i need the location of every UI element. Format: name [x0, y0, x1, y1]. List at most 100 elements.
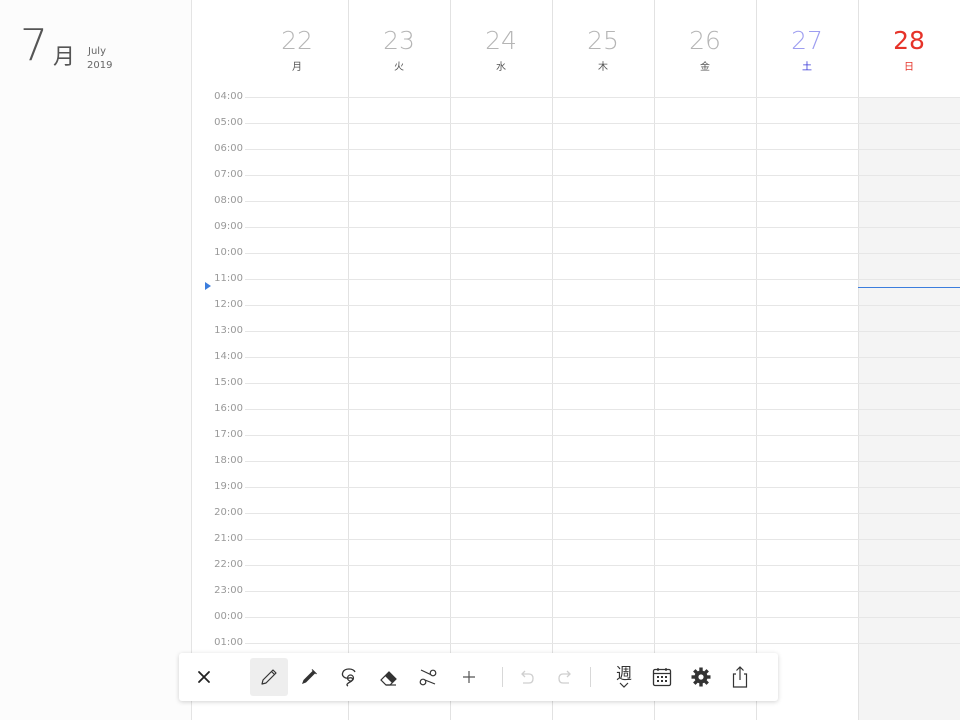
- weekday-label: 月: [292, 62, 302, 73]
- month-kanji: 月: [53, 45, 76, 70]
- add-button[interactable]: [450, 658, 488, 696]
- hour-gridline: [245, 175, 960, 176]
- hour-label: 01:00: [214, 637, 243, 648]
- hour-label: 07:00: [214, 169, 243, 180]
- redo-button[interactable]: [546, 658, 584, 696]
- year-label: 2019: [87, 60, 113, 71]
- hour-label: 09:00: [214, 221, 243, 232]
- view-label: 週: [615, 664, 632, 683]
- view-switch-button[interactable]: 週: [605, 658, 643, 696]
- hour-label: 11:00: [214, 273, 243, 284]
- hour-gridline: [245, 513, 960, 514]
- hour-gridline: [245, 591, 960, 592]
- day-number: 28: [893, 26, 925, 55]
- weekday-label: 金: [700, 62, 710, 73]
- weekday-label: 水: [496, 62, 506, 73]
- hour-gridline: [245, 123, 960, 124]
- hour-gridline: [245, 97, 960, 98]
- hour-label: 00:00: [214, 611, 243, 622]
- weekday-label: 日: [904, 62, 914, 73]
- calendar-button[interactable]: [643, 658, 681, 696]
- plus-icon: [463, 671, 475, 683]
- lasso-icon: [341, 668, 356, 687]
- hour-gridline: [245, 253, 960, 254]
- hour-label: 15:00: [214, 377, 243, 388]
- day-header[interactable]: 24 水: [450, 0, 552, 92]
- hour-gridline: [245, 383, 960, 384]
- undo-button[interactable]: [508, 658, 546, 696]
- hour-label: 04:00: [214, 91, 243, 102]
- scissors-icon: [419, 669, 437, 686]
- day-number: 24: [485, 26, 517, 55]
- hour-label: 05:00: [214, 117, 243, 128]
- month-name: July: [88, 46, 106, 57]
- scissors-tool-button[interactable]: [409, 658, 447, 696]
- hour-gridline: [245, 331, 960, 332]
- day-column-divider: [450, 0, 451, 720]
- hour-gridline: [245, 539, 960, 540]
- hour-gridline: [245, 357, 960, 358]
- hour-label: 21:00: [214, 533, 243, 544]
- pencil-icon: [261, 669, 277, 685]
- hour-label: 06:00: [214, 143, 243, 154]
- hour-gridline: [245, 461, 960, 462]
- undo-icon: [521, 670, 534, 684]
- hour-gridline: [245, 617, 960, 618]
- hour-gridline: [245, 565, 960, 566]
- weekday-label: 火: [394, 62, 404, 73]
- hour-label: 17:00: [214, 429, 243, 440]
- day-header[interactable]: 28 日: [858, 0, 960, 92]
- settings-button[interactable]: [682, 658, 720, 696]
- pen-icon: [302, 669, 317, 684]
- hour-label: 08:00: [214, 195, 243, 206]
- hour-gridline: [245, 227, 960, 228]
- day-column-divider: [858, 0, 859, 720]
- day-number: 22: [281, 26, 313, 55]
- current-time-line: [858, 287, 960, 288]
- day-column-divider: [348, 0, 349, 720]
- hour-gridline: [245, 435, 960, 436]
- weekday-label: 土: [802, 62, 812, 73]
- close-icon: [198, 671, 210, 683]
- close-button[interactable]: [185, 658, 223, 696]
- hour-label: 14:00: [214, 351, 243, 362]
- hour-label: 22:00: [214, 559, 243, 570]
- day-number: 26: [689, 26, 721, 55]
- toolbar-divider: [502, 667, 503, 687]
- hour-label: 23:00: [214, 585, 243, 596]
- day-number: 27: [791, 26, 823, 55]
- pencil-tool-button[interactable]: [250, 658, 288, 696]
- hour-gridline: [245, 279, 960, 280]
- day-header[interactable]: 22 月: [246, 0, 348, 92]
- toolbar-divider: [590, 667, 591, 687]
- redo-icon: [558, 670, 571, 684]
- day-header[interactable]: 25 木: [552, 0, 654, 92]
- month-panel: 7 月 July 2019: [0, 0, 192, 720]
- share-button[interactable]: [721, 658, 759, 696]
- eraser-tool-button[interactable]: [370, 658, 408, 696]
- hour-gridline: [245, 643, 960, 644]
- day-column-divider: [756, 0, 757, 720]
- day-number: 23: [383, 26, 415, 55]
- hour-gridline: [245, 409, 960, 410]
- calendar-icon: [652, 668, 672, 687]
- day-column-divider: [654, 0, 655, 720]
- hour-label: 10:00: [214, 247, 243, 258]
- hour-gridline: [245, 201, 960, 202]
- hour-label: 16:00: [214, 403, 243, 414]
- month-number: 7: [20, 20, 48, 71]
- hour-label: 20:00: [214, 507, 243, 518]
- day-column-divider: [552, 0, 553, 720]
- pen-tool-button[interactable]: [290, 658, 328, 696]
- week-calendar[interactable]: 04:00 05:00 06:00 07:00 08:00 09:00 10:00 11:00…: [193, 0, 960, 720]
- hour-label: 18:00: [214, 455, 243, 466]
- hour-gridline: [245, 487, 960, 488]
- day-number: 25: [587, 26, 619, 55]
- hour-gridline: [245, 305, 960, 306]
- day-header[interactable]: 27 土: [756, 0, 858, 92]
- lasso-tool-button[interactable]: [330, 658, 368, 696]
- hour-label: 12:00: [214, 299, 243, 310]
- day-header[interactable]: 23 火: [348, 0, 450, 92]
- day-header[interactable]: 26 金: [654, 0, 756, 92]
- eraser-icon: [380, 671, 397, 686]
